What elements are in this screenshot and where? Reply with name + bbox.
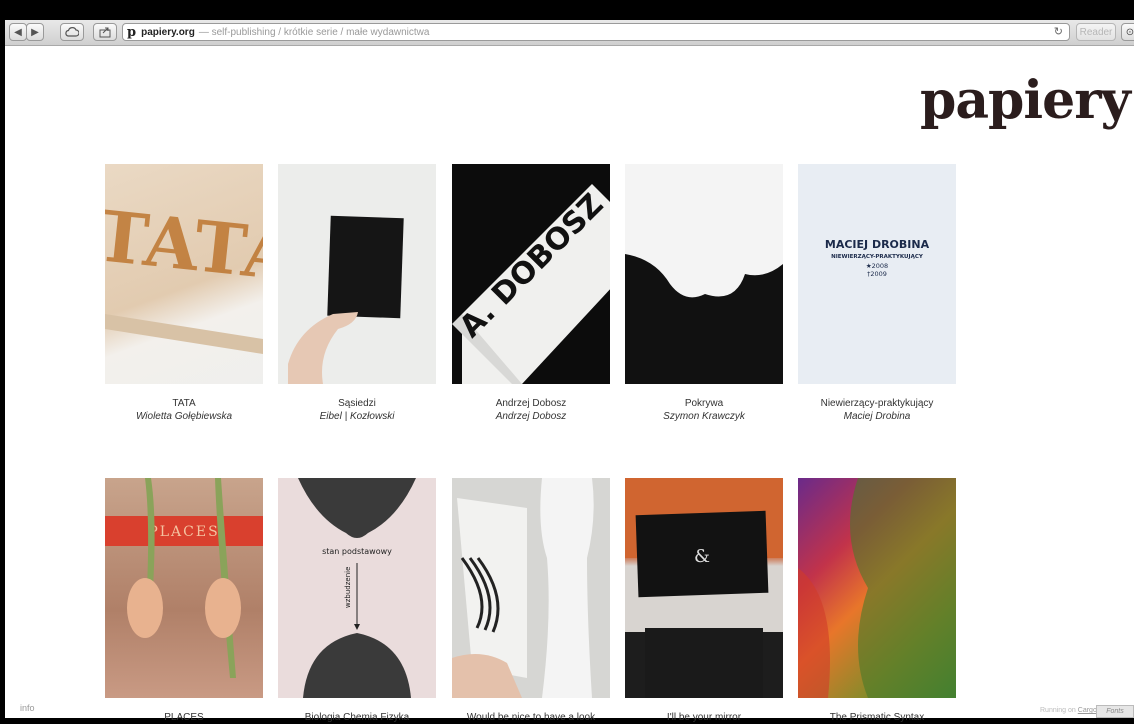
share-button[interactable]: [93, 23, 117, 41]
downloads-icon[interactable]: ⊙: [1121, 23, 1134, 41]
drobina-born: ★2008: [866, 262, 888, 270]
running-on-text: Running on: [1040, 707, 1076, 714]
book-caption[interactable]: TATA Wioletta Gołębiewska: [85, 397, 283, 423]
book-author: Maciej Drobina: [843, 411, 911, 422]
browser-toolbar: ◀ ▶ p papiery.org — self-publishing / kr…: [5, 20, 1134, 46]
book-author: Andrzej Dobosz: [495, 411, 567, 422]
book-title: Sąsiedzi: [338, 398, 376, 409]
book-cover-image[interactable]: [798, 478, 956, 698]
drobina-died: †2009: [867, 270, 887, 278]
book-cover-image[interactable]: [278, 164, 436, 384]
address-bar[interactable]: p papiery.org — self-publishing / krótki…: [122, 23, 1070, 41]
book-author: Eibel | Kozłowski: [319, 411, 395, 422]
book-cover-image[interactable]: stan podstawowy wzbudzenie: [278, 478, 436, 698]
reader-button[interactable]: Reader: [1076, 23, 1116, 41]
svg-text:&: &: [694, 546, 710, 567]
back-button[interactable]: ◀: [9, 23, 27, 41]
biologia-top-text: stan podstawowy: [322, 547, 392, 556]
site-logo[interactable]: papiery: [920, 70, 1131, 131]
mirror-cover-art: &: [625, 478, 783, 698]
share-icon: [99, 27, 111, 37]
prismatic-cover-art: [798, 478, 956, 698]
places-cover-text: PLACES: [148, 524, 219, 540]
book-cover-image[interactable]: PLACES: [105, 478, 263, 698]
cargo-link[interactable]: Cargo: [1078, 707, 1097, 714]
running-on-cargo: Running on Cargo: [1040, 707, 1097, 714]
would-be-nice-cover-art: [452, 478, 610, 698]
drobina-cover-art: MACIEJ DROBINA NIEWIERZĄCY-PRAKTYKUJĄCY …: [825, 238, 930, 278]
book-caption[interactable]: Niewierzący-praktykujący Maciej Drobina: [778, 397, 976, 423]
book-title: TATA: [172, 398, 196, 409]
biologia-side-text: wzbudzenie: [344, 567, 352, 608]
page-title-text: — self-publishing / krótkie serie / małe…: [198, 26, 430, 38]
book-title: Niewierzący-praktykujący: [820, 398, 934, 409]
book-cover-image[interactable]: MACIEJ DROBINA NIEWIERZĄCY-PRAKTYKUJĄCY …: [798, 164, 956, 384]
places-cover-art: PLACES: [105, 478, 263, 678]
book-caption[interactable]: Pokrywa Szymon Krawczyk: [605, 397, 803, 423]
tata-cover-text: TATA: [105, 194, 263, 298]
book-caption[interactable]: Sąsiedzi Eibel | Kozłowski: [258, 397, 456, 423]
cloud-icon: [65, 27, 79, 37]
book-author: Szymon Krawczyk: [663, 411, 745, 422]
fonts-button[interactable]: Fonts: [1096, 705, 1134, 718]
icloud-tabs-button[interactable]: [60, 23, 84, 41]
book-caption[interactable]: Andrzej Dobosz Andrzej Dobosz: [432, 397, 630, 423]
book-cover-image[interactable]: A. DOBOSZ: [452, 164, 610, 384]
book-title: Pokrywa: [684, 398, 724, 409]
url-domain: papiery.org: [141, 26, 195, 38]
book-author: Wioletta Gołębiewska: [135, 411, 233, 422]
favicon-icon: p: [127, 24, 137, 40]
tata-cover-art: TATA: [105, 194, 263, 354]
drobina-subtitle: NIEWIERZĄCY-PRAKTYKUJĄCY: [831, 254, 924, 260]
dobosz-cover-art: A. DOBOSZ: [452, 184, 610, 384]
book-title: Andrzej Dobosz: [495, 398, 567, 409]
book-cover-image[interactable]: [452, 478, 610, 698]
book-cover-image[interactable]: TATA: [105, 164, 263, 384]
sasiedzi-cover-art: [288, 215, 404, 384]
pokrywa-cover-art: [625, 164, 783, 298]
biologia-cover-art: stan podstawowy wzbudzenie: [298, 478, 416, 698]
book-cover-image[interactable]: [625, 164, 783, 384]
reload-icon[interactable]: ↻: [1054, 25, 1063, 38]
info-link[interactable]: info: [20, 703, 35, 713]
drobina-name: MACIEJ DROBINA: [825, 238, 930, 251]
forward-button[interactable]: ▶: [26, 23, 44, 41]
book-cover-image[interactable]: &: [625, 478, 783, 698]
